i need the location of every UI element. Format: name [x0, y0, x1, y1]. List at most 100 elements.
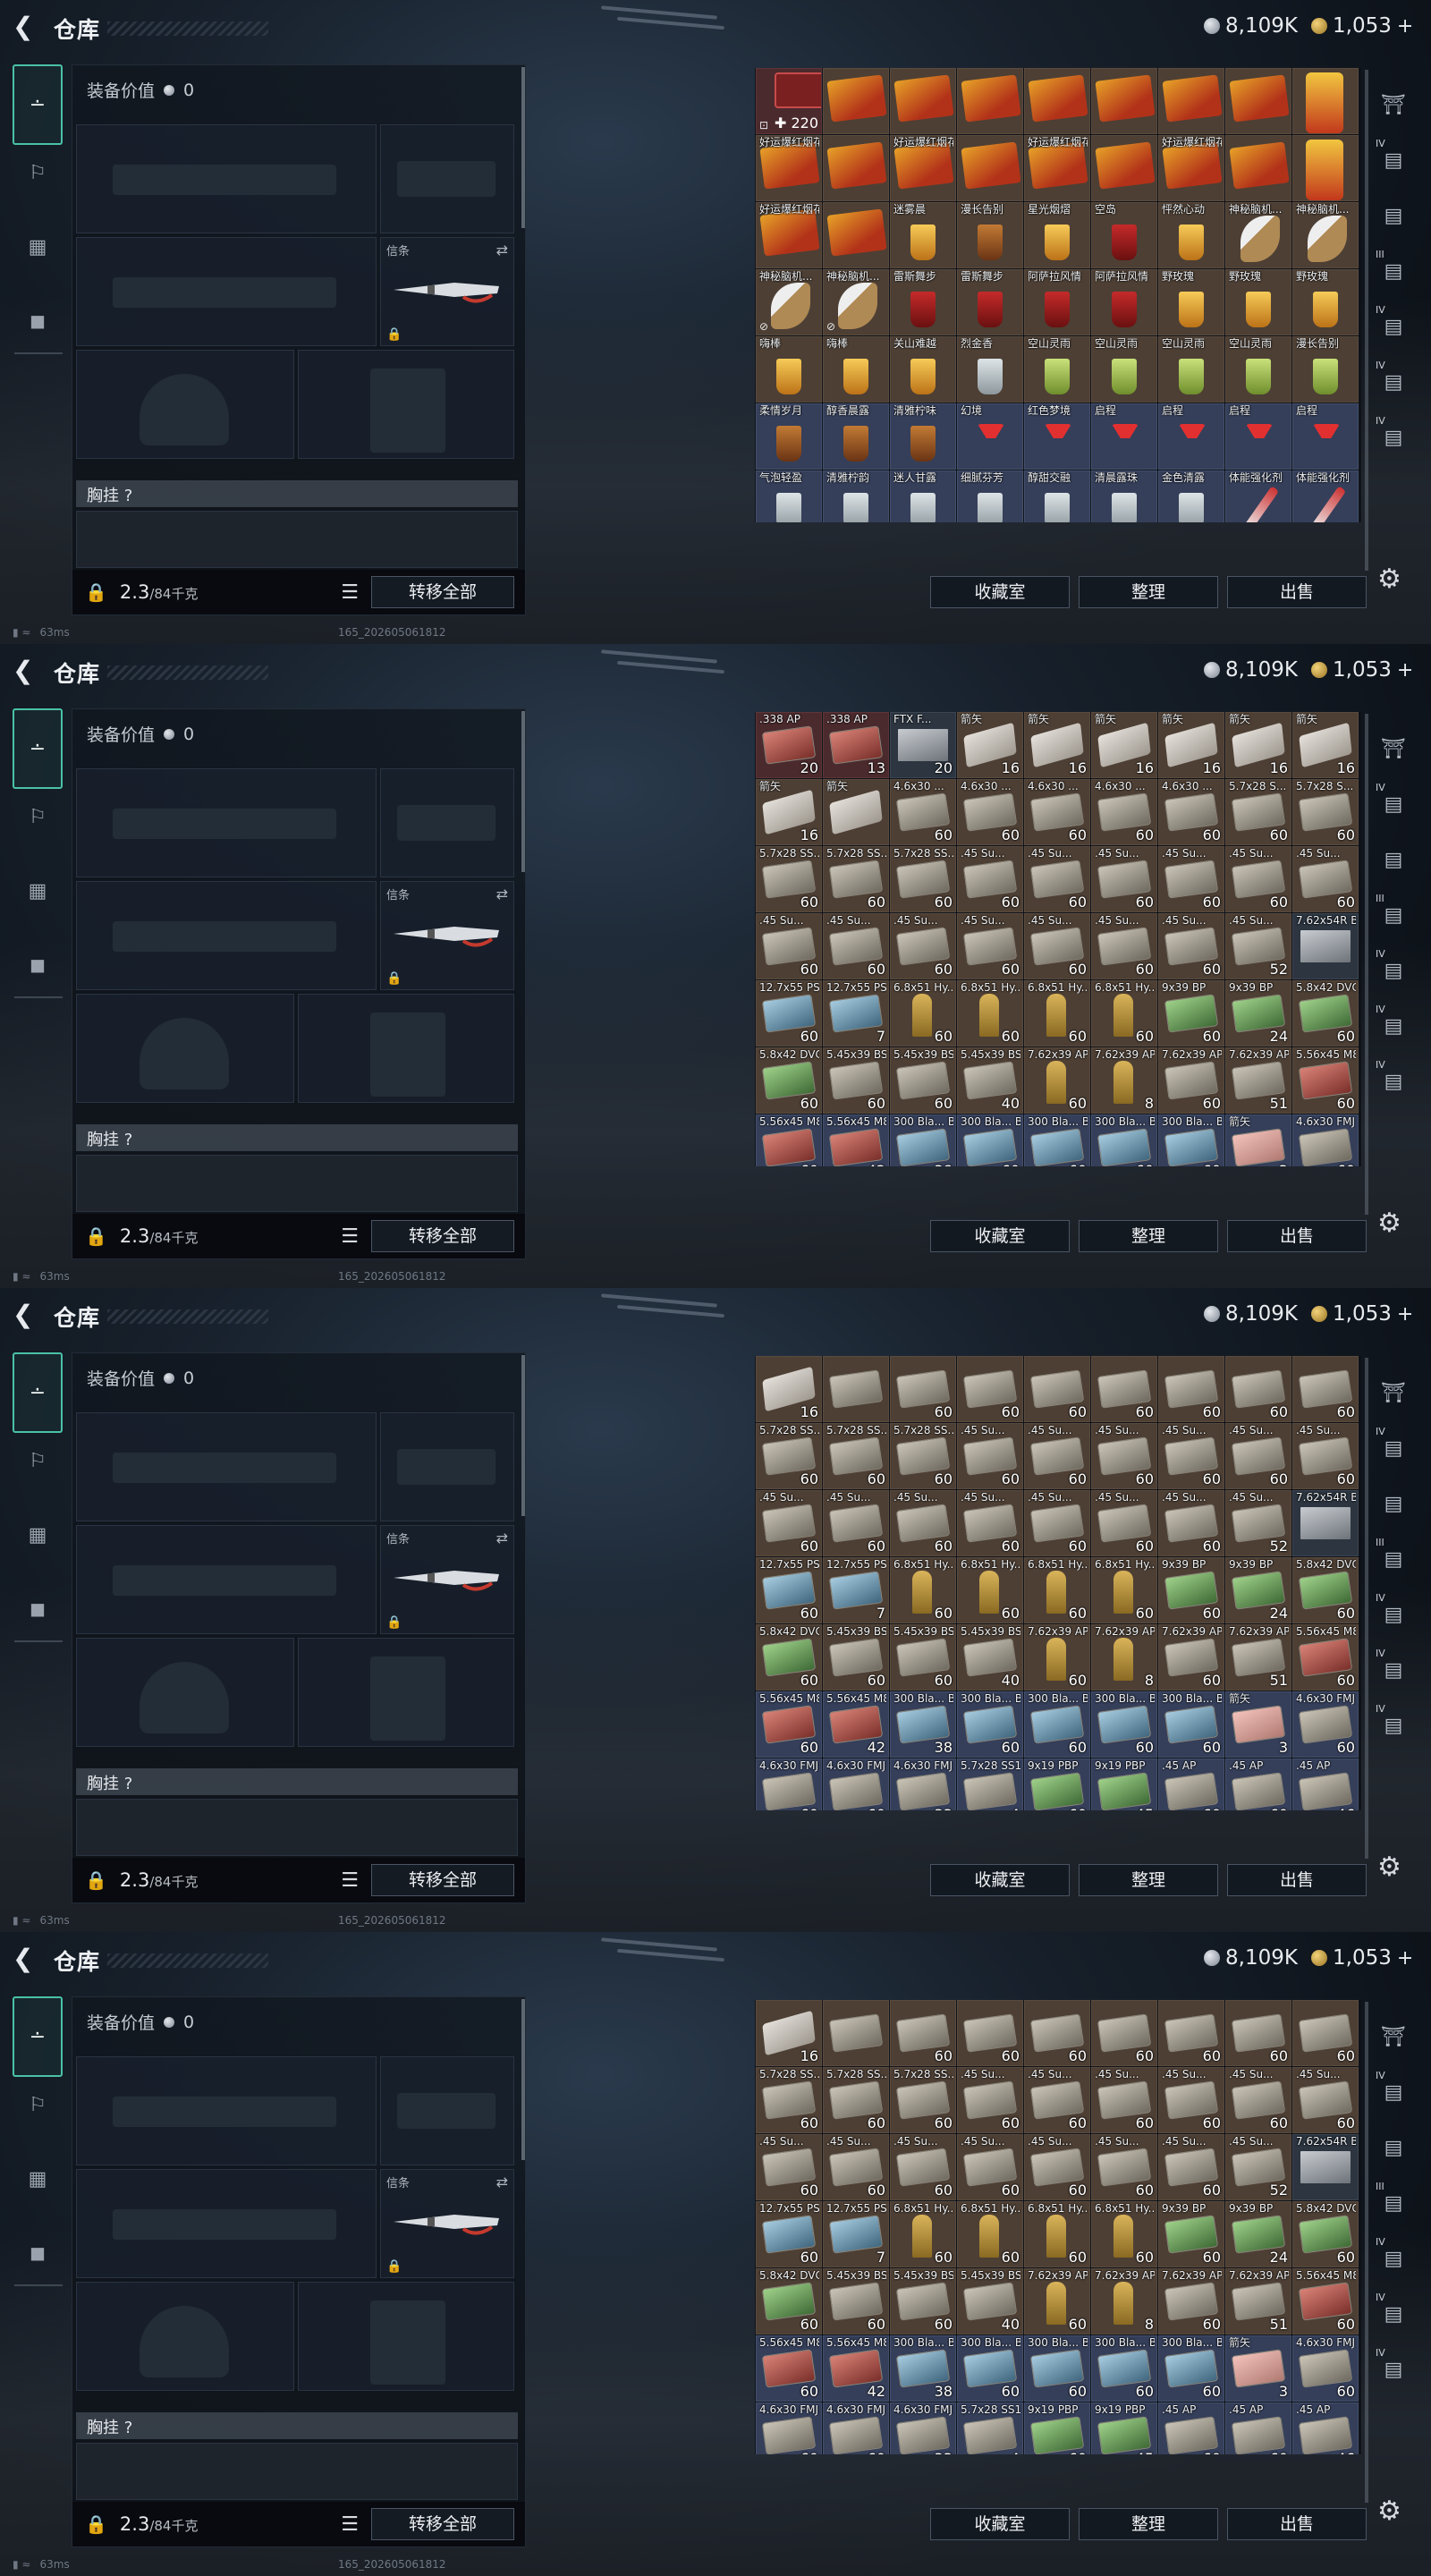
back-arrow-icon[interactable]: ❮: [13, 1945, 39, 1973]
inventory-item[interactable]: 5.45x39 BS 60: [890, 1047, 956, 1114]
inventory-item[interactable]: .45 Su... 60: [1158, 1423, 1224, 1489]
inventory-item[interactable]: 清雅柠韵: [823, 470, 889, 522]
inventory-item[interactable]: .45 Su... 60: [957, 913, 1023, 979]
inventory-item[interactable]: 300 Bla... BCP FMJ 60: [1091, 1691, 1157, 1758]
inventory-item[interactable]: [1225, 135, 1291, 201]
inventory-item[interactable]: 怦然心动: [1158, 202, 1224, 268]
inventory-item[interactable]: 7.62x54R BT: [1292, 2134, 1359, 2200]
sort-button[interactable]: 整理: [1079, 2508, 1218, 2540]
storage-tab-2[interactable]: ▤: [1372, 2120, 1415, 2175]
collection-button[interactable]: 收藏室: [930, 2508, 1070, 2540]
inventory-item[interactable]: 9x39 BP 60: [1158, 980, 1224, 1046]
back-arrow-icon[interactable]: ❮: [13, 13, 39, 41]
sort-button[interactable]: 整理: [1079, 1220, 1218, 1252]
inventory-item[interactable]: 9x39 BP 24: [1225, 2201, 1291, 2267]
melee-slot[interactable]: 信条 ⇄ 🔒: [380, 881, 514, 990]
inventory-item[interactable]: 5.45x39 BS 60: [890, 1624, 956, 1690]
inventory-item[interactable]: 60: [957, 1356, 1023, 1422]
warehouse-scrollbar[interactable]: [1365, 2002, 1368, 2503]
inventory-item[interactable]: .45 Su... 52: [1225, 2134, 1291, 2200]
inventory-item[interactable]: 4.6x30 FMJ SX 60: [823, 1758, 889, 1810]
back-arrow-icon[interactable]: ❮: [13, 657, 39, 685]
inventory-item[interactable]: .45 Su... 60: [1091, 846, 1157, 912]
inventory-item[interactable]: 好运爆红烟花: [756, 202, 822, 268]
inventory-item[interactable]: .45 Su... 52: [1225, 1490, 1291, 1556]
helmet-tab-icon[interactable]: ⚐: [13, 789, 63, 844]
chest-rig-slot[interactable]: 胸挂 ?: [76, 1124, 518, 1151]
inventory-item[interactable]: [1158, 68, 1224, 134]
transfer-all-button[interactable]: 转移全部: [371, 2508, 514, 2540]
chest-rig-content[interactable]: [76, 1155, 518, 1212]
back-arrow-icon[interactable]: ❮: [13, 1301, 39, 1329]
inventory-item[interactable]: .45 Su... 60: [1225, 2067, 1291, 2133]
inventory-item[interactable]: .45 AP 60: [1158, 2402, 1224, 2454]
inventory-item[interactable]: 12.7x55 PS12 60: [756, 2201, 822, 2267]
inventory-item[interactable]: 4.6x30 FMJ SX 60: [756, 2402, 822, 2454]
inventory-item[interactable]: 12.7x55 PS12 7: [823, 1557, 889, 1623]
inventory-item[interactable]: 6.8x51 Hy... 60: [957, 1557, 1023, 1623]
inventory-item[interactable]: 4.6x30 FMJ SX 60: [1292, 1691, 1359, 1758]
inventory-item[interactable]: 9x19 PBP 60: [1024, 1758, 1090, 1810]
inventory-item[interactable]: .45 Su... 60: [1158, 846, 1224, 912]
inventory-item[interactable]: 5.45x39 BS 60: [823, 2268, 889, 2334]
inventory-item[interactable]: [957, 68, 1023, 134]
inventory-item[interactable]: 5.7x28 SS... 60: [823, 1423, 889, 1489]
inventory-item[interactable]: FTX F... 20: [890, 712, 956, 778]
settings-gear-icon[interactable]: ⚙: [1377, 1852, 1401, 1883]
backpack-tab-icon[interactable]: ◼: [13, 1581, 63, 1637]
inventory-item[interactable]: 6.8x51 Hy... 60: [957, 2201, 1023, 2267]
inventory-item[interactable]: 迷人甘露: [890, 470, 956, 522]
primary-weapon-slot[interactable]: [76, 2056, 377, 2165]
inventory-item[interactable]: 7.62x39 AP 60: [1158, 2268, 1224, 2334]
armor-slot[interactable]: [298, 1638, 514, 1747]
inventory-item[interactable]: .45 AP 46: [1292, 1758, 1359, 1810]
helmet-slot[interactable]: [76, 2282, 294, 2391]
inventory-item[interactable]: .45 Su... 60: [1292, 846, 1359, 912]
warehouse-scrollbar[interactable]: [1365, 70, 1368, 571]
sell-button[interactable]: 出售: [1227, 576, 1367, 608]
inventory-item[interactable]: 漫长告别: [1292, 336, 1359, 402]
inventory-item[interactable]: 12.7x55 PS12 60: [756, 1557, 822, 1623]
inventory-item[interactable]: 好运爆红烟花: [1024, 135, 1090, 201]
armor-slot[interactable]: [298, 2282, 514, 2391]
inventory-item[interactable]: 空山灵雨: [1024, 336, 1090, 402]
storage-tab-5[interactable]: IV ▤: [1372, 354, 1415, 410]
inventory-item[interactable]: 箭矢: [823, 779, 889, 845]
inventory-item[interactable]: 5.7x28 SS... 60: [823, 2067, 889, 2133]
inventory-item[interactable]: 7.62x54R BT: [1292, 1490, 1359, 1556]
inventory-item[interactable]: 300 Bla... BCP FMJ 60: [957, 1691, 1023, 1758]
chest-rig-slot[interactable]: 胸挂 ?: [76, 1768, 518, 1795]
helmet-slot[interactable]: [76, 994, 294, 1103]
inventory-item[interactable]: 5.7x28 S... 60: [1292, 779, 1359, 845]
inventory-item[interactable]: 4.6x30 FMJ SX 33: [890, 2402, 956, 2454]
transfer-all-button[interactable]: 转移全部: [371, 576, 514, 608]
inventory-item[interactable]: 野玫瑰: [1292, 269, 1359, 335]
storage-tab-2[interactable]: ▤: [1372, 832, 1415, 887]
gold-currency[interactable]: 1,053 +: [1311, 1302, 1413, 1326]
storage-tab-4[interactable]: IV ▤: [1372, 299, 1415, 354]
inventory-item[interactable]: .45 Su... 60: [1024, 1423, 1090, 1489]
armor-slot[interactable]: [298, 994, 514, 1103]
primary-weapon-slot[interactable]: [76, 1412, 377, 1521]
inventory-item[interactable]: 7.62x39 AP 60: [1024, 1624, 1090, 1690]
inventory-item[interactable]: 5.45x39 BS 60: [823, 1624, 889, 1690]
inventory-item[interactable]: .45 Su... 60: [1225, 1423, 1291, 1489]
vest-tab-icon[interactable]: ▦: [13, 1488, 63, 1581]
inventory-item[interactable]: 300 Bla... BCP FMJ 60: [1158, 1691, 1224, 1758]
inventory-item[interactable]: 醇香晨露: [823, 403, 889, 470]
inventory-item[interactable]: 空山灵雨: [1091, 336, 1157, 402]
inventory-item[interactable]: 6.8x51 Hy... 60: [1091, 1557, 1157, 1623]
collection-button[interactable]: 收藏室: [930, 1864, 1070, 1896]
inventory-item[interactable]: 漫长告别: [957, 202, 1023, 268]
inventory-item[interactable]: 箭矢 3: [1225, 1114, 1291, 1166]
inventory-item[interactable]: .45 Su... 60: [756, 1490, 822, 1556]
inventory-item[interactable]: .338 AP 20: [756, 712, 822, 778]
inventory-item[interactable]: 6.8x51 Hy... 60: [1091, 980, 1157, 1046]
storage-tab-main-icon[interactable]: ⛩: [1372, 77, 1415, 132]
inventory-item[interactable]: 300 Bla... BCP FMJ 38: [890, 2335, 956, 2402]
gold-currency[interactable]: 1,053 +: [1311, 1946, 1413, 1970]
inventory-item[interactable]: 12.7x55 PS12 7: [823, 980, 889, 1046]
inventory-item[interactable]: 5.7x28 SS... 60: [890, 1423, 956, 1489]
inventory-item[interactable]: 4.6x30 FMJ SX 60: [756, 1758, 822, 1810]
helmet-slot[interactable]: [76, 1638, 294, 1747]
